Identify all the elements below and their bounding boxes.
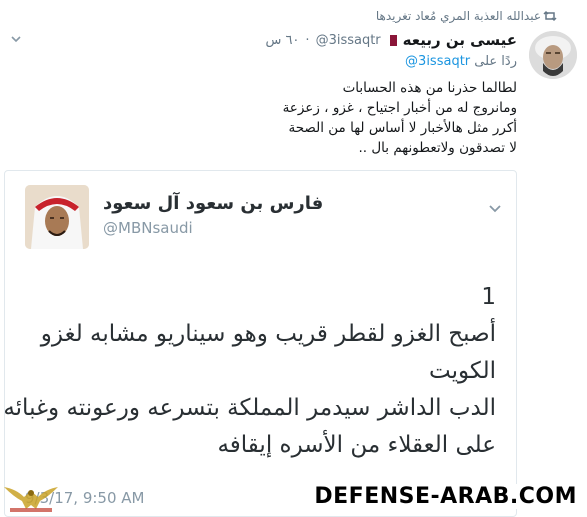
quoted-line: 1	[481, 284, 496, 310]
tweet-time[interactable]: ٦٠ س	[265, 33, 299, 48]
retweet-icon	[543, 10, 557, 22]
tweet-line: لطالما حذرنا من هذه الحسابات	[342, 80, 517, 96]
qatar-flag-icon	[386, 34, 397, 46]
reply-context: ردًا على @3issaqtr	[405, 54, 517, 69]
avatar[interactable]	[529, 31, 577, 79]
quoted-tweet-card[interactable]: فارس بن سعود آل سعود @MBNsaudi 1 أصبح ال…	[4, 170, 517, 517]
reply-mention-link[interactable]: @3issaqtr	[405, 54, 470, 69]
quoted-user-name[interactable]: فارس بن سعود آل سعود	[103, 193, 323, 214]
quoted-avatar[interactable]	[25, 185, 89, 249]
separator-dot: ·	[305, 32, 310, 48]
quoted-line: الدب الداشر سيدمر المملكة بتسرعه ورعونته…	[4, 395, 496, 421]
tweet-header: عيسى بن ربيعه @3issaqtr · ٦٠ س	[40, 31, 517, 49]
tweet-text: لطالما حذرنا من هذه الحسابات ومانروج له …	[77, 78, 517, 158]
chevron-down-icon[interactable]	[10, 33, 22, 45]
tweet-line: أكرر مثل هالأخبار لا أساس لها من الصحة	[288, 120, 517, 136]
reply-prefix: ردًا على	[474, 54, 517, 69]
eagle-logo-icon	[4, 487, 58, 512]
retweet-context[interactable]: عبدالله العذبة المري مُعاد تغريدها	[376, 9, 541, 23]
tweet-line: لا تصدقون ولاتعطونهم بال ..	[358, 140, 517, 156]
quoted-user-handle[interactable]: @MBNsaudi	[103, 219, 193, 237]
quoted-line: أصبح الغزو لقطر قريب وهو سيناريو مشابه ل…	[40, 321, 496, 347]
watermark-text: DEFENSE-ARAB.COM	[312, 484, 579, 509]
user-handle[interactable]: @3issaqtr	[316, 33, 381, 48]
user-name[interactable]: عيسى بن ربيعه	[403, 31, 517, 49]
tweet-line: ومانروج له من أخبار اجتياح ، غزو ، زعزعة	[282, 100, 517, 116]
quoted-line: الكويت	[429, 358, 496, 384]
chevron-down-icon[interactable]	[488, 201, 502, 215]
quoted-tweet-text: 1 أصبح الغزو لقطر قريب وهو سيناريو مشابه…	[4, 279, 496, 464]
retweet-label: عبدالله العذبة المري مُعاد تغريدها	[375, 9, 541, 23]
quoted-line: على العقلاء من الأسره إيقافه	[217, 432, 496, 458]
